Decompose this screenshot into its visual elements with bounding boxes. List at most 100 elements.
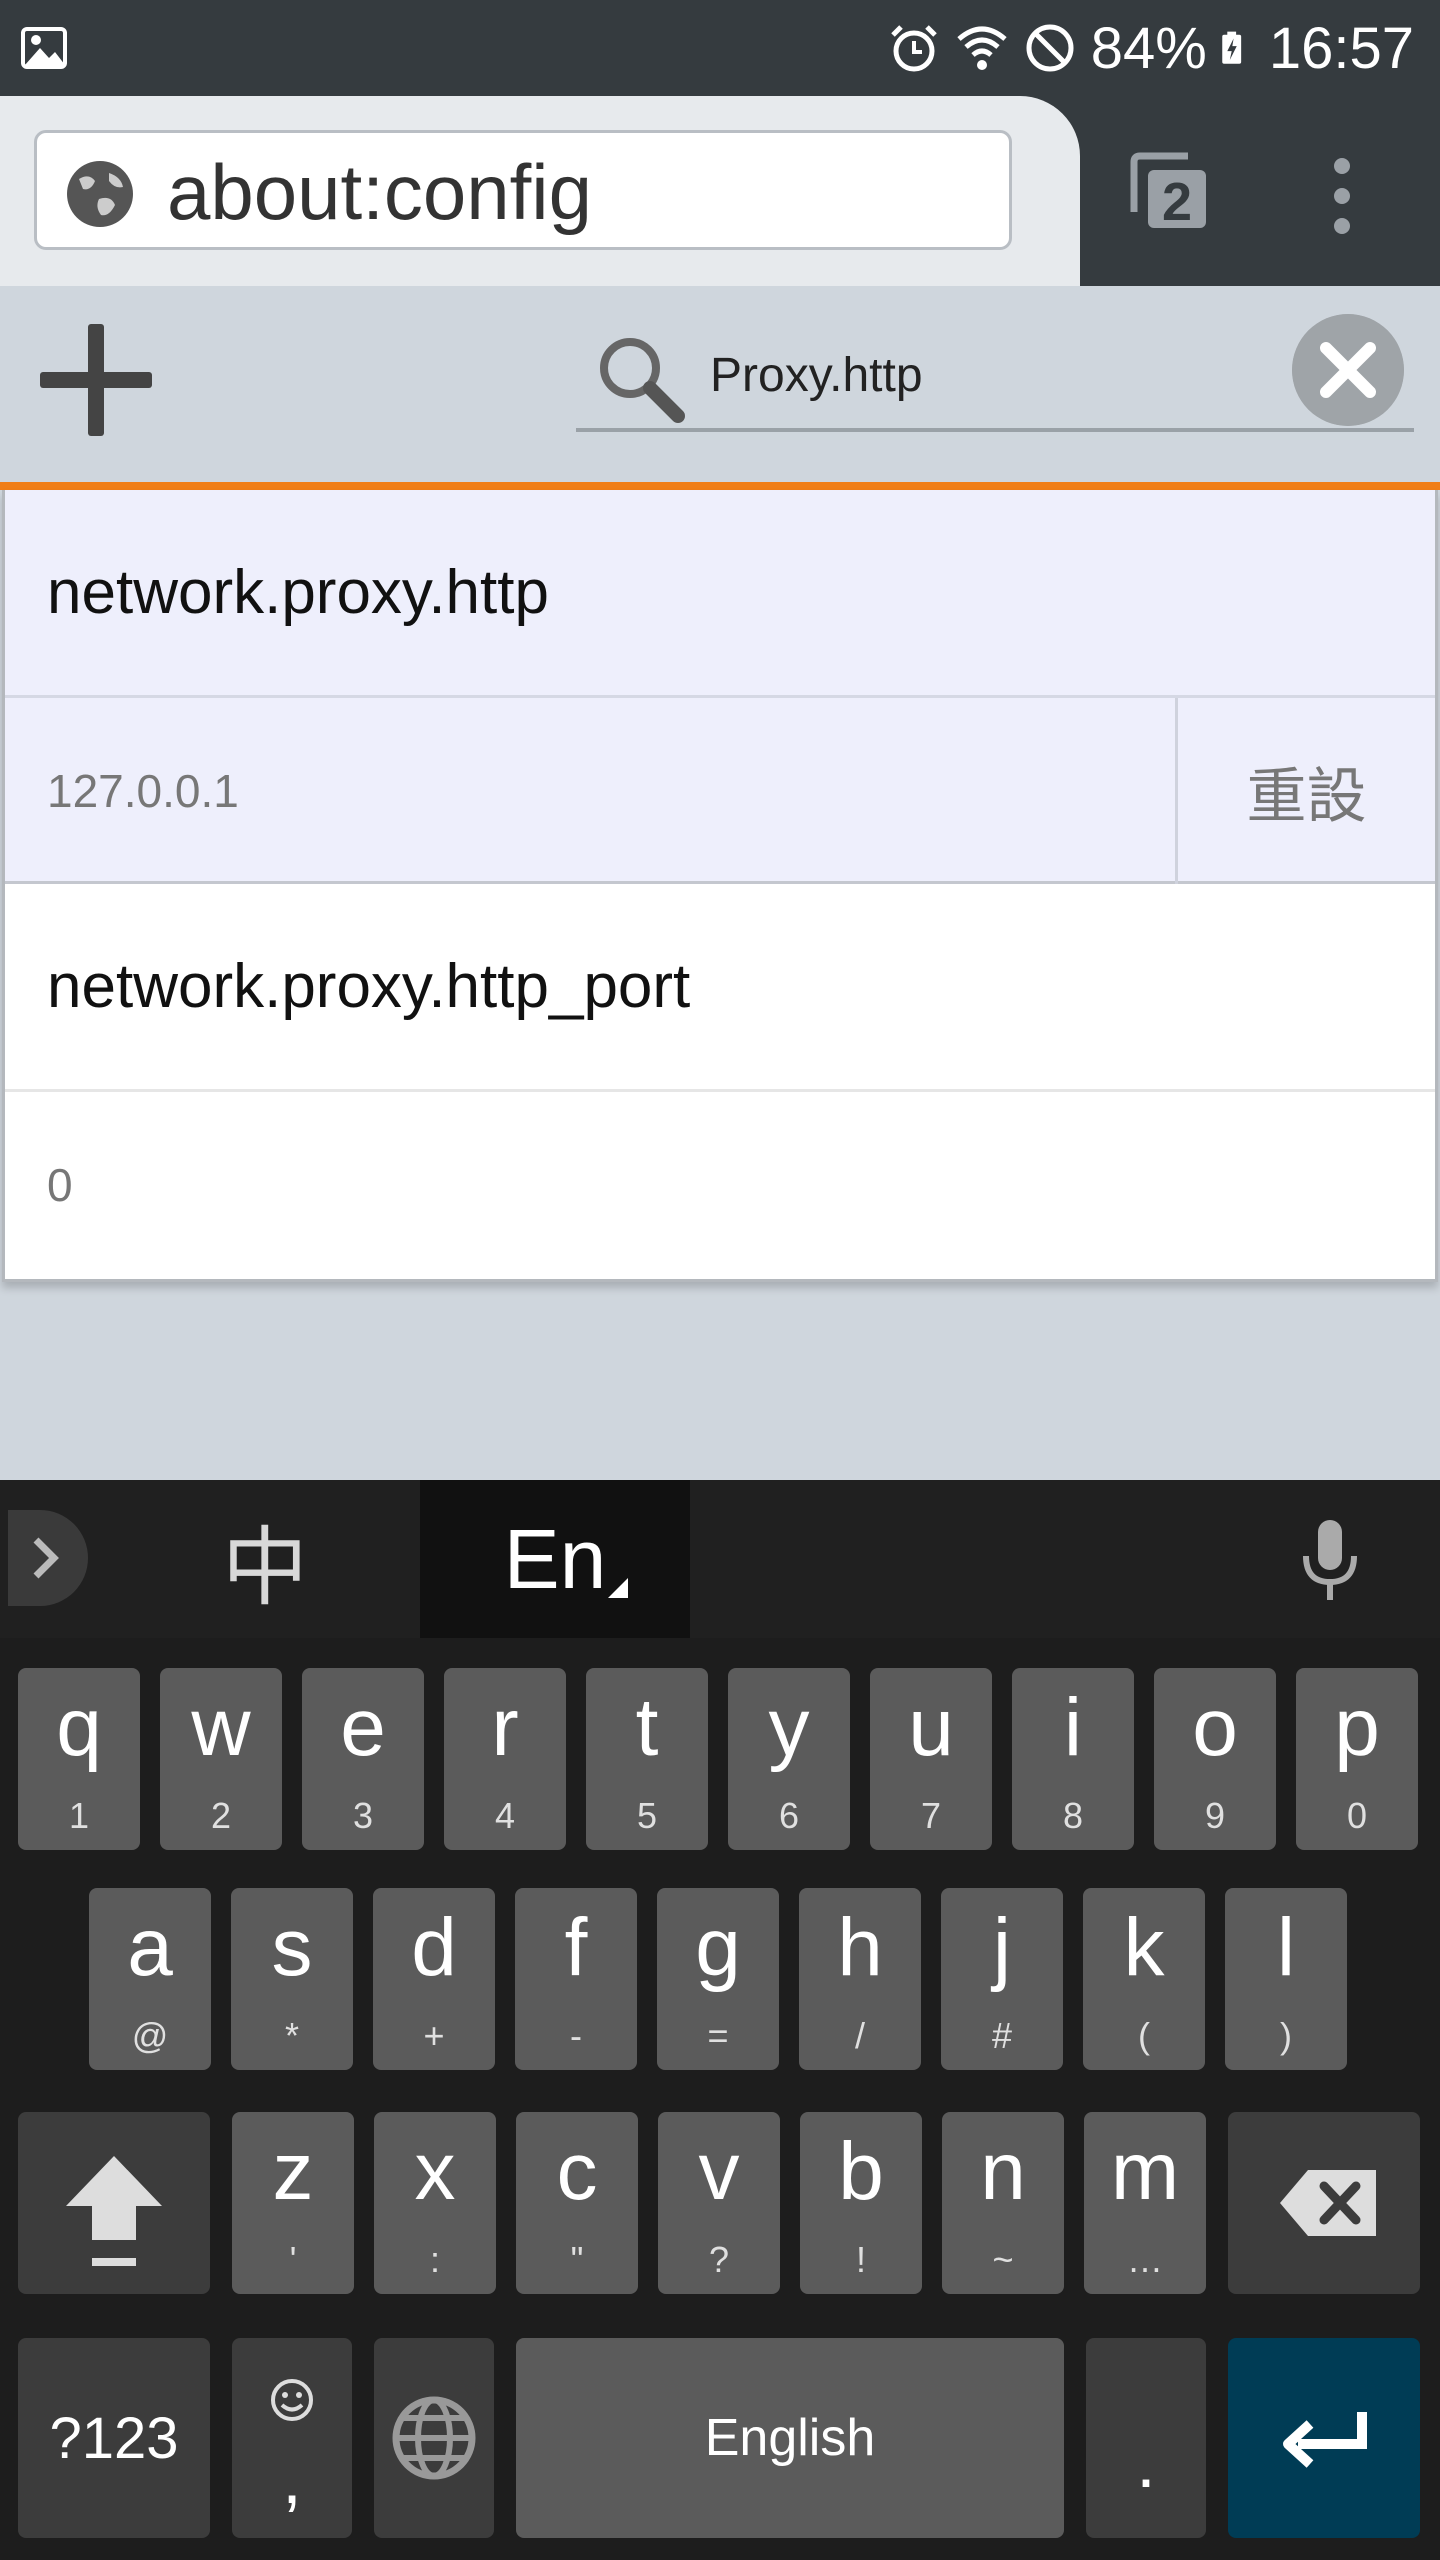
comma-label: , bbox=[282, 2440, 302, 2518]
key-main-label: e bbox=[340, 1682, 386, 1773]
add-pref-button[interactable] bbox=[36, 320, 156, 440]
key-y[interactable]: y6 bbox=[728, 1668, 850, 1850]
key-e[interactable]: e3 bbox=[302, 1668, 424, 1850]
key-n[interactable]: n ~ bbox=[942, 2112, 1064, 2294]
key-alt-label: ( bbox=[1138, 2015, 1150, 2056]
chinese-mode-button[interactable]: 中 bbox=[110, 1480, 420, 1638]
key-main-label: b bbox=[838, 2126, 884, 2217]
wifi-icon bbox=[957, 26, 1007, 70]
key-v[interactable]: v? bbox=[658, 2112, 780, 2294]
backspace-key[interactable] bbox=[1228, 2112, 1420, 2294]
key-alt-label: 4 bbox=[494, 1795, 516, 1836]
key-main-label: y bbox=[768, 1682, 810, 1773]
key-alt-label: + bbox=[423, 2015, 445, 2056]
battery-percent: 84% bbox=[1090, 15, 1207, 81]
key-f[interactable]: f- bbox=[515, 1888, 637, 2070]
key-main-label: l bbox=[1276, 1902, 1296, 1993]
clock: 16:57 bbox=[1268, 15, 1414, 81]
globe-icon bbox=[67, 161, 133, 227]
shift-key[interactable] bbox=[18, 2112, 210, 2294]
key-main-label: m bbox=[1110, 2126, 1180, 2217]
key-alt-label: 0 bbox=[1346, 1795, 1368, 1836]
browser-toolbar: about:config 2 bbox=[0, 96, 1440, 286]
key-s[interactable]: s * bbox=[231, 1888, 353, 2070]
key-z[interactable]: z ' bbox=[232, 2112, 354, 2294]
key-alt-label: 7 bbox=[920, 1795, 942, 1836]
key-alt-label: 3 bbox=[352, 1795, 374, 1836]
key-x[interactable]: x: bbox=[374, 2112, 496, 2294]
key-l[interactable]: l) bbox=[1225, 1888, 1347, 2070]
globe-icon bbox=[392, 2396, 476, 2480]
key-alt-label: 5 bbox=[636, 1795, 658, 1836]
microphone-icon[interactable] bbox=[1300, 1518, 1360, 1602]
symbols-key[interactable]: ?123 bbox=[18, 2338, 210, 2538]
english-mode-button[interactable]: En bbox=[420, 1480, 690, 1638]
key-h[interactable]: h / bbox=[799, 1888, 921, 2070]
pref-value[interactable]: 127.0.0.1 bbox=[47, 698, 239, 884]
emoji-comma-key[interactable]: , bbox=[232, 2338, 352, 2538]
key-main-label: v bbox=[698, 2126, 740, 2217]
key-main-label: j bbox=[992, 1902, 1012, 1993]
tabs-count: 2 bbox=[1162, 172, 1192, 232]
pref-name[interactable]: network.proxy.http bbox=[5, 490, 1435, 698]
key-d[interactable]: d + bbox=[373, 1888, 495, 2070]
key-alt-label: # bbox=[991, 2015, 1013, 2056]
key-alt-label: " bbox=[570, 2239, 584, 2280]
key-r[interactable]: r4 bbox=[444, 1668, 566, 1850]
key-alt-label: : bbox=[429, 2239, 440, 2280]
keyboard-toolbar: 中 En bbox=[0, 1480, 1440, 1638]
key-w[interactable]: w2 bbox=[160, 1668, 282, 1850]
overflow-menu-icon[interactable] bbox=[1320, 156, 1364, 236]
key-main-label: q bbox=[56, 1682, 102, 1773]
config-toolbar bbox=[0, 286, 1440, 482]
search-field[interactable] bbox=[576, 314, 1414, 432]
expand-toolbar-button[interactable] bbox=[8, 1510, 88, 1606]
key-main-label: c bbox=[556, 2126, 598, 2217]
period-key[interactable]: . bbox=[1086, 2338, 1206, 2538]
do-not-disturb-icon bbox=[1026, 24, 1074, 72]
pref-value[interactable]: 0 bbox=[47, 1092, 73, 1278]
key-alt-label: / bbox=[854, 2015, 865, 2056]
key-alt-label: 6 bbox=[778, 1795, 800, 1836]
key-p[interactable]: p0 bbox=[1296, 1668, 1418, 1850]
key-alt-label: ' bbox=[289, 2239, 297, 2280]
key-main-label: r bbox=[491, 1682, 519, 1773]
key-j[interactable]: j # bbox=[941, 1888, 1063, 2070]
key-a[interactable]: a @ bbox=[89, 1888, 211, 2070]
enter-key[interactable] bbox=[1228, 2338, 1420, 2538]
chevron-right-icon bbox=[33, 1537, 59, 1579]
key-q[interactable]: q1 bbox=[18, 1668, 140, 1850]
key-g[interactable]: g = bbox=[657, 1888, 779, 2070]
key-main-label: u bbox=[908, 1682, 954, 1773]
url-bar[interactable]: about:config bbox=[34, 130, 1012, 250]
key-alt-label: ) bbox=[1280, 2015, 1292, 2056]
url-text: about:config bbox=[167, 148, 593, 236]
key-main-label: t bbox=[635, 1682, 659, 1773]
clear-search-button[interactable] bbox=[1292, 314, 1404, 426]
space-key[interactable]: English bbox=[516, 2338, 1064, 2538]
key-c[interactable]: c " bbox=[516, 2112, 638, 2294]
key-main-label: g bbox=[695, 1902, 741, 1993]
key-main-label: w bbox=[191, 1682, 251, 1773]
key-alt-label: 8 bbox=[1062, 1795, 1084, 1836]
key-main-label: h bbox=[837, 1902, 883, 1993]
key-m[interactable]: m… bbox=[1084, 2112, 1206, 2294]
key-main-label: f bbox=[564, 1902, 588, 1993]
tabs-button[interactable]: 2 bbox=[1128, 150, 1212, 234]
search-input[interactable] bbox=[710, 340, 1270, 410]
key-k[interactable]: k( bbox=[1083, 1888, 1205, 2070]
key-alt-label: 9 bbox=[1204, 1795, 1226, 1836]
key-alt-label: = bbox=[707, 2015, 729, 2056]
shift-arrow-icon bbox=[66, 2156, 162, 2266]
key-o[interactable]: o9 bbox=[1154, 1668, 1276, 1850]
key-i[interactable]: i8 bbox=[1012, 1668, 1134, 1850]
key-u[interactable]: u7 bbox=[870, 1668, 992, 1850]
key-b[interactable]: b! bbox=[800, 2112, 922, 2294]
reset-button[interactable]: 重設 bbox=[1175, 698, 1435, 884]
language-switch-key[interactable] bbox=[374, 2338, 494, 2538]
emoji-icon bbox=[271, 2379, 313, 2421]
key-main-label: o bbox=[1192, 1682, 1238, 1773]
key-t[interactable]: t5 bbox=[586, 1668, 708, 1850]
pref-name[interactable]: network.proxy.http_port bbox=[5, 884, 1435, 1092]
gallery-notification-icon bbox=[21, 27, 67, 69]
